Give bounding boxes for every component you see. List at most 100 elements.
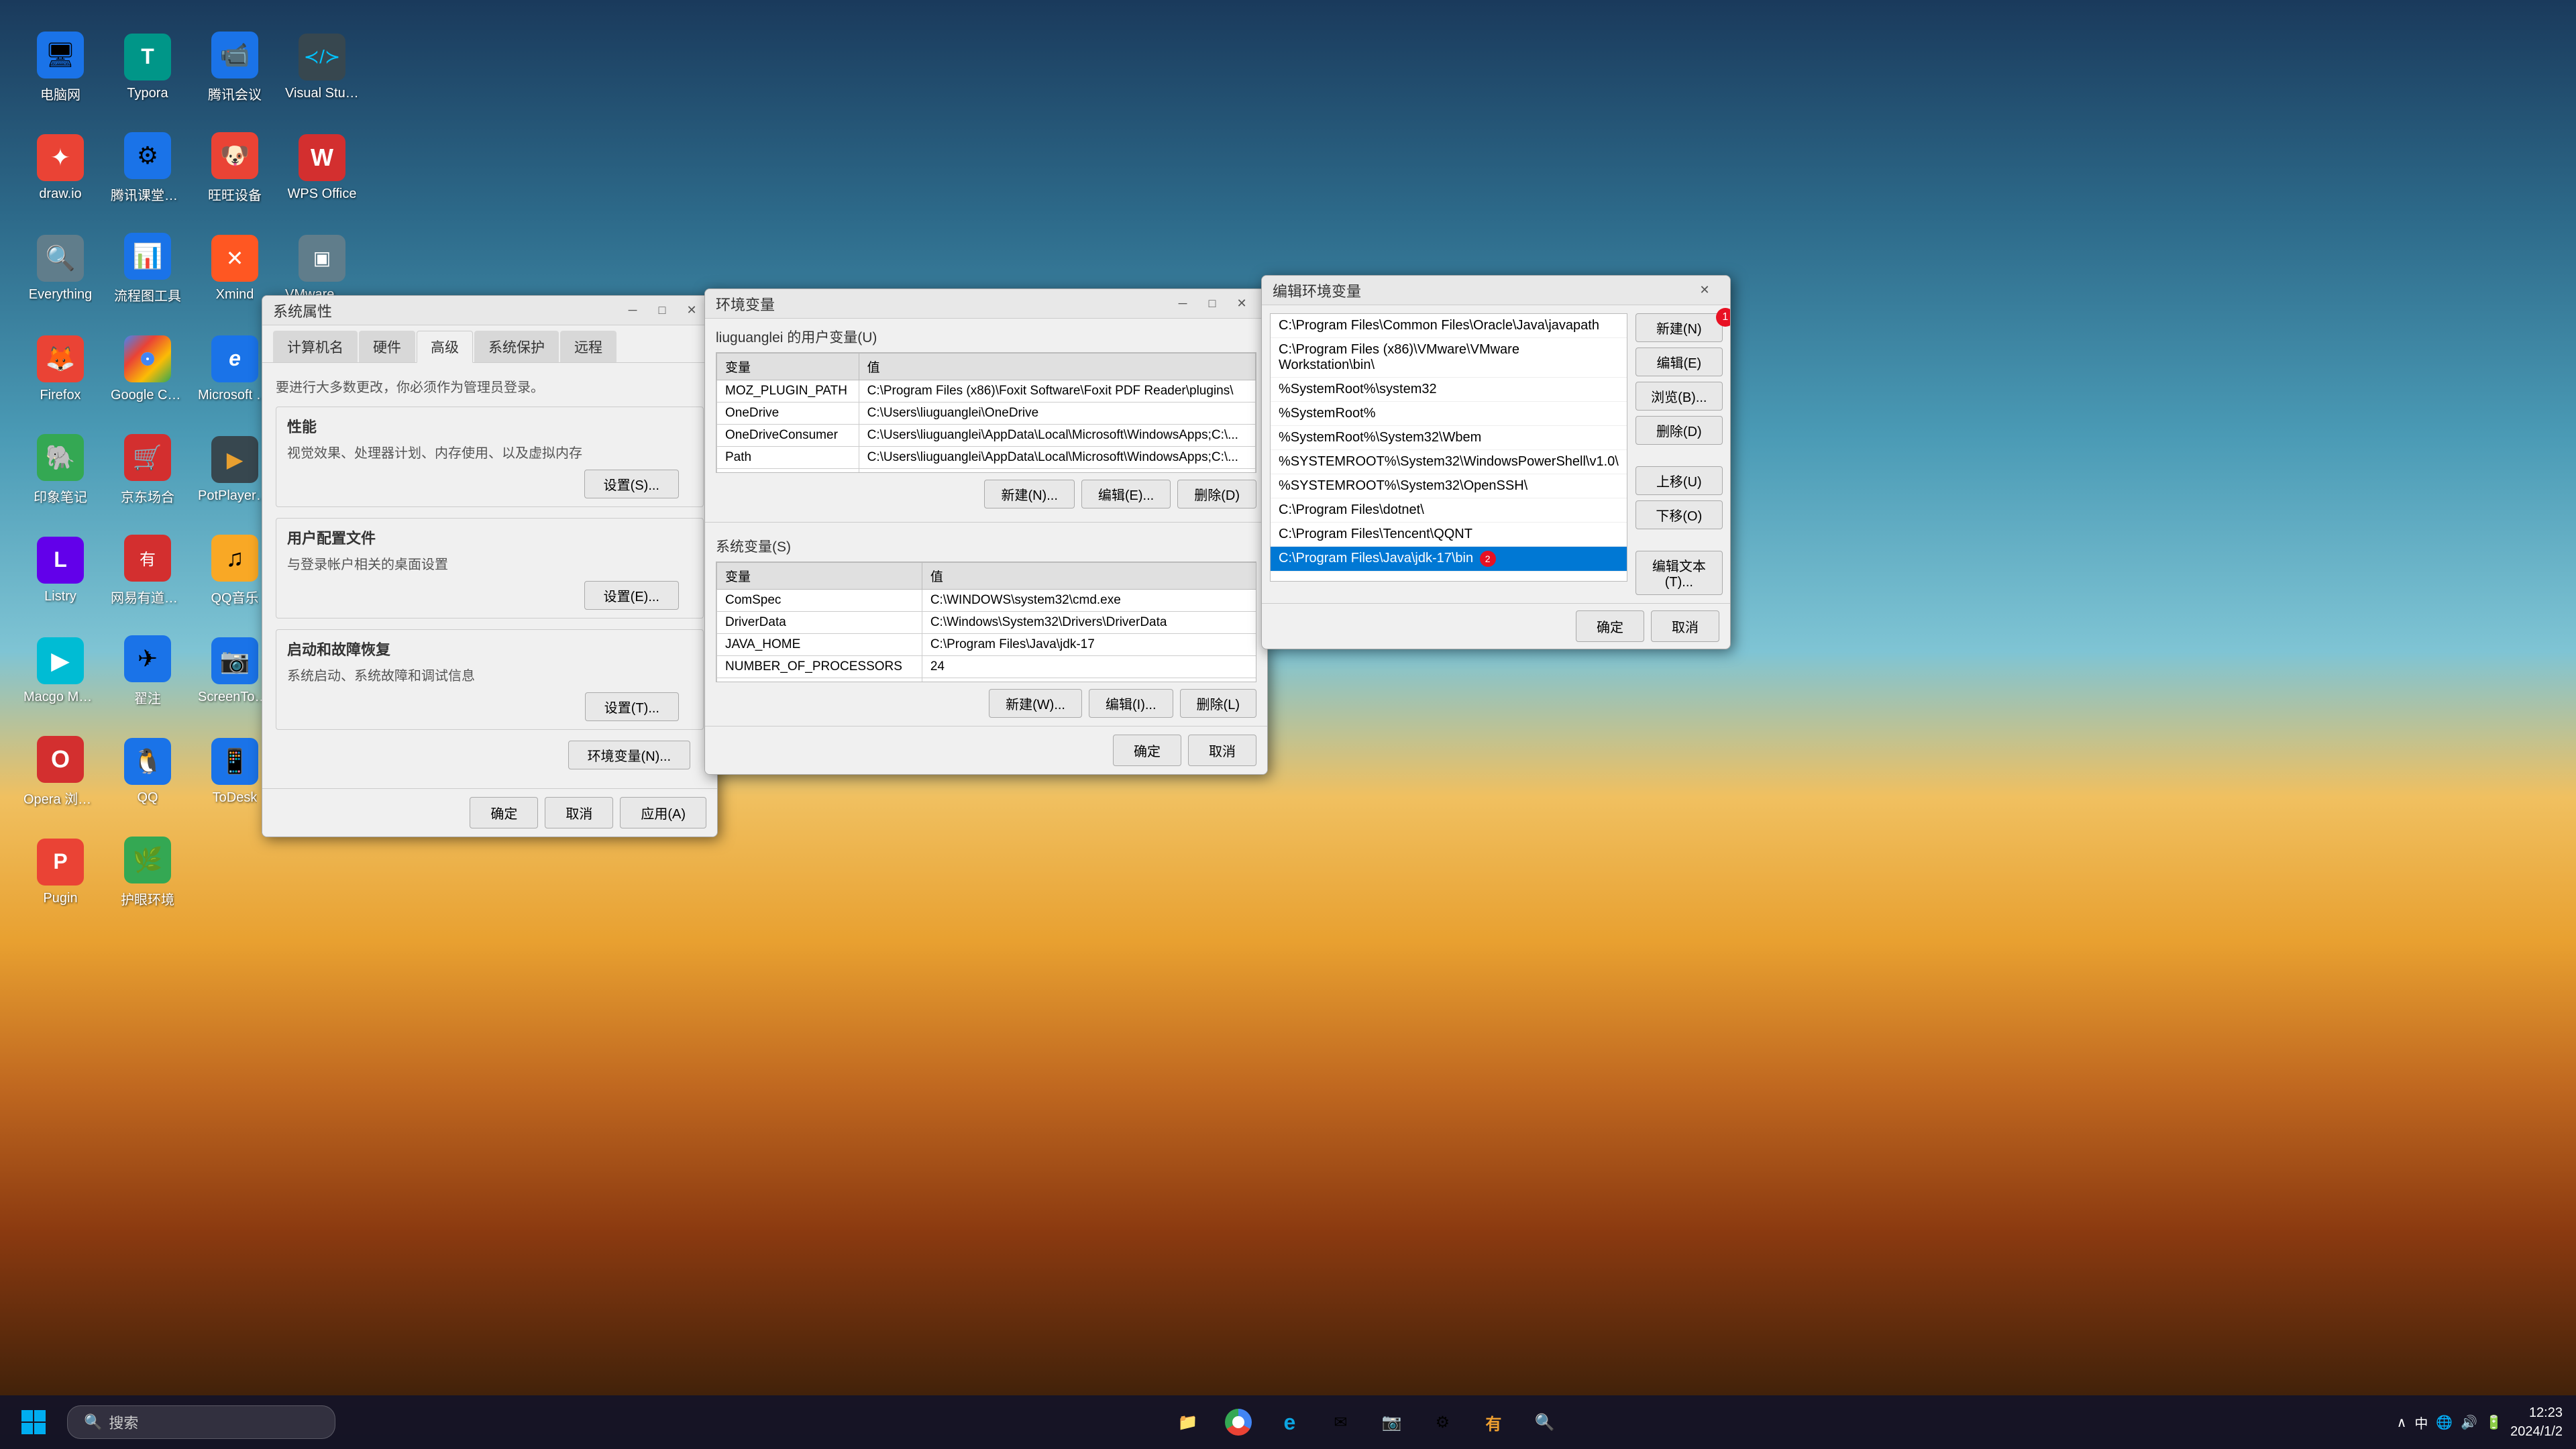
editenv-item[interactable]: %SystemRoot%\System32\Wbem — [1271, 426, 1627, 450]
sysprop-apply-button[interactable]: 应用(A) — [620, 797, 706, 828]
desktop-icon-typora[interactable]: T Typora — [107, 20, 188, 114]
envvar-close-button[interactable]: ✕ — [1227, 289, 1256, 319]
taskbar-mail-app[interactable]: ✉ — [1320, 1402, 1360, 1442]
tab-computer-name[interactable]: 计算机名 — [273, 331, 358, 362]
desktop-icon-wangwang[interactable]: 🐶 旺旺设备 — [195, 121, 275, 215]
user-vars-new-button[interactable]: 新建(N)... — [984, 480, 1074, 508]
sysprop-titlebar[interactable]: 系统属性 ─ □ ✕ — [262, 296, 717, 325]
desktop-icon-tidu[interactable]: ✈ 翟注 — [107, 624, 188, 718]
desktop-icon-diannao[interactable]: 🖥 电脑网 — [20, 20, 101, 114]
editenv-delete-button[interactable]: 删除(D) — [1635, 416, 1723, 445]
desktop-icon-notepad[interactable]: 🐘 印象笔记 — [20, 423, 101, 517]
system-vars-new-button[interactable]: 新建(W)... — [989, 689, 1082, 718]
sys-var-row[interactable]: JAVA_HOMEC:\Program Files\Java\jdk-17 — [717, 634, 1257, 656]
editenv-close-button[interactable]: ✕ — [1690, 276, 1719, 305]
envvar-maximize-button[interactable]: □ — [1197, 289, 1227, 319]
tab-remote[interactable]: 远程 — [560, 331, 616, 362]
editenv-new-button[interactable]: 新建(N) — [1635, 313, 1723, 342]
desktop-icon-chrome[interactable]: Google Chrome — [107, 322, 188, 416]
tray-battery-icon[interactable]: 🔋 — [2485, 1414, 2502, 1431]
system-vars-edit-button[interactable]: 编辑(I)... — [1089, 689, 1173, 718]
desktop-icon-listry[interactable]: L Listry — [20, 523, 101, 617]
editenv-edit-button[interactable]: 编辑(E) — [1635, 347, 1723, 376]
envvar-titlebar[interactable]: 环境变量 ─ □ ✕ — [705, 289, 1267, 319]
sys-var-row[interactable]: OSWindows_NT — [717, 678, 1257, 683]
user-var-row[interactable]: MOZ_PLUGIN_PATHC:\Program Files (x86)\Fo… — [717, 380, 1256, 402]
desktop-icon-opera[interactable]: O Opera 浏览器 — [20, 724, 101, 818]
user-profiles-settings-button[interactable]: 设置(E)... — [584, 581, 679, 610]
taskbar-clock[interactable]: 12:23 2024/1/2 — [2510, 1403, 2563, 1441]
desktop-icon-everything[interactable]: 🔍 Everything — [20, 221, 101, 315]
sys-var-row[interactable]: DriverDataC:\Windows\System32\Drivers\Dr… — [717, 612, 1257, 634]
taskbar-search-box[interactable]: 🔍 搜索 — [67, 1405, 335, 1439]
sysprop-minimize-button[interactable]: ─ — [618, 296, 647, 325]
startup-settings-button[interactable]: 设置(T)... — [585, 692, 679, 721]
taskbar-edge-app[interactable]: e — [1269, 1402, 1309, 1442]
editenv-titlebar[interactable]: 编辑环境变量 ✕ — [1262, 276, 1730, 305]
editenv-up-button[interactable]: 上移(U) — [1635, 466, 1723, 495]
user-var-row[interactable]: TEMPC:\Users\liuguanglei\AppData\Local\T… — [717, 469, 1256, 474]
envvar-ok-button[interactable]: 确定 — [1113, 735, 1181, 766]
user-vars-edit-button[interactable]: 编辑(E)... — [1081, 480, 1171, 508]
editenv-browse-button[interactable]: 浏览(B)... — [1635, 382, 1723, 411]
taskbar-file-explorer[interactable]: 📁 — [1167, 1402, 1208, 1442]
desktop-icon-drawio[interactable]: ✦ draw.io — [20, 121, 101, 215]
desktop-icon-qq[interactable]: 🐧 QQ — [107, 724, 188, 818]
desktop-icon-qqtools[interactable]: ⚙ 腾讯课堂设置器 — [107, 121, 188, 215]
sysprop-maximize-button[interactable]: □ — [647, 296, 677, 325]
envvar-minimize-button[interactable]: ─ — [1168, 289, 1197, 319]
tab-advanced[interactable]: 高级 — [417, 331, 473, 363]
desktop-icon-huifu[interactable]: 🌿 护眼环境 — [107, 825, 188, 919]
desktop-icon-jingdong[interactable]: 🛒 京东场合 — [107, 423, 188, 517]
desktop-icon-firefox[interactable]: 🦊 Firefox — [20, 322, 101, 416]
tray-network-icon[interactable]: 🌐 — [2436, 1414, 2453, 1431]
sys-var-row[interactable]: NUMBER_OF_PROCESSORS24 — [717, 656, 1257, 678]
sys-var-row[interactable]: ComSpecC:\WINDOWS\system32\cmd.exe — [717, 590, 1257, 612]
desktop-icon-meeting[interactable]: 📹 腾讯会议 — [195, 20, 275, 114]
tab-hardware[interactable]: 硬件 — [359, 331, 415, 362]
editenv-item[interactable]: C:\Program Files\dotnet\ — [1271, 498, 1627, 523]
system-vars-table-container[interactable]: 变量 值 ComSpecC:\WINDOWS\system32\cmd.exeD… — [716, 561, 1256, 682]
user-var-row[interactable]: OneDriveConsumerC:\Users\liuguanglei\App… — [717, 425, 1256, 447]
user-var-row[interactable]: PathC:\Users\liuguanglei\AppData\Local\M… — [717, 447, 1256, 469]
desktop-icon-wps[interactable]: W WPS Office — [282, 121, 362, 215]
editenv-item[interactable]: C:\Program Files (x86)\VMware\VMware Wor… — [1271, 338, 1627, 378]
user-vars-table-container[interactable]: 变量 值 MOZ_PLUGIN_PATHC:\Program Files (x8… — [716, 352, 1256, 473]
sysprop-close-button[interactable]: ✕ — [677, 296, 706, 325]
system-vars-delete-button[interactable]: 删除(L) — [1180, 689, 1256, 718]
tab-system-protection[interactable]: 系统保护 — [474, 331, 559, 362]
editenv-item[interactable]: C:\Program Files\Common Files\Oracle\Jav… — [1271, 314, 1627, 338]
editenv-list[interactable]: C:\Program Files\Common Files\Oracle\Jav… — [1270, 313, 1627, 582]
desktop-icon-liucheng[interactable]: 📊 流程图工具 — [107, 221, 188, 315]
sysprop-ok-button[interactable]: 确定 — [470, 797, 538, 828]
editenv-item[interactable]: %SYSTEMROOT%\System32\OpenSSH\ — [1271, 474, 1627, 498]
taskbar-settings-app[interactable]: ⚙ — [1422, 1402, 1462, 1442]
taskbar-search-app[interactable]: 🔍 — [1524, 1402, 1564, 1442]
envvar-cancel-button[interactable]: 取消 — [1188, 735, 1256, 766]
editenv-item[interactable]: C:\Program Files\Java\jdk-17\bin 2 — [1271, 547, 1627, 572]
editenv-down-button[interactable]: 下移(O) — [1635, 500, 1723, 529]
desktop-icon-plugin[interactable]: P Pugin — [20, 825, 101, 919]
tray-arrow-icon[interactable]: ∧ — [2397, 1414, 2407, 1431]
tray-keyboard-icon[interactable]: 中 — [2414, 1413, 2428, 1432]
editenv-edit-text-button[interactable]: 编辑文本(T)... — [1635, 551, 1723, 595]
taskbar-start-button[interactable] — [13, 1402, 54, 1442]
taskbar-chrome-app[interactable] — [1218, 1402, 1258, 1442]
taskbar-ya-app[interactable]: 有 — [1473, 1402, 1513, 1442]
env-variables-button[interactable]: 环境变量(N)... — [568, 741, 690, 769]
editenv-item[interactable]: %SystemRoot% — [1271, 402, 1627, 426]
user-var-row[interactable]: OneDriveC:\Users\liuguanglei\OneDrive — [717, 402, 1256, 425]
desktop-icon-macgo[interactable]: ▶ Macgo Mac... — [20, 624, 101, 718]
performance-settings-button[interactable]: 设置(S)... — [584, 470, 679, 498]
taskbar-camera-app[interactable]: 📷 — [1371, 1402, 1411, 1442]
user-vars-delete-button[interactable]: 删除(D) — [1177, 480, 1256, 508]
editenv-item[interactable]: %SYSTEMROOT%\System32\WindowsPowerShell\… — [1271, 450, 1627, 474]
sysprop-cancel-button[interactable]: 取消 — [545, 797, 613, 828]
editenv-ok-button[interactable]: 确定 — [1576, 610, 1644, 642]
editenv-item[interactable]: C:\Program Files\Tencent\QQNT — [1271, 523, 1627, 547]
desktop-icon-vscode[interactable]: ≺/≻ Visual Studio Code — [282, 20, 362, 114]
tray-speaker-icon[interactable]: 🔊 — [2461, 1414, 2477, 1431]
desktop-icon-netease[interactable]: 有 网易有道翻译 — [107, 523, 188, 617]
editenv-item[interactable]: %SystemRoot%\system32 — [1271, 378, 1627, 402]
editenv-cancel-button[interactable]: 取消 — [1651, 610, 1719, 642]
